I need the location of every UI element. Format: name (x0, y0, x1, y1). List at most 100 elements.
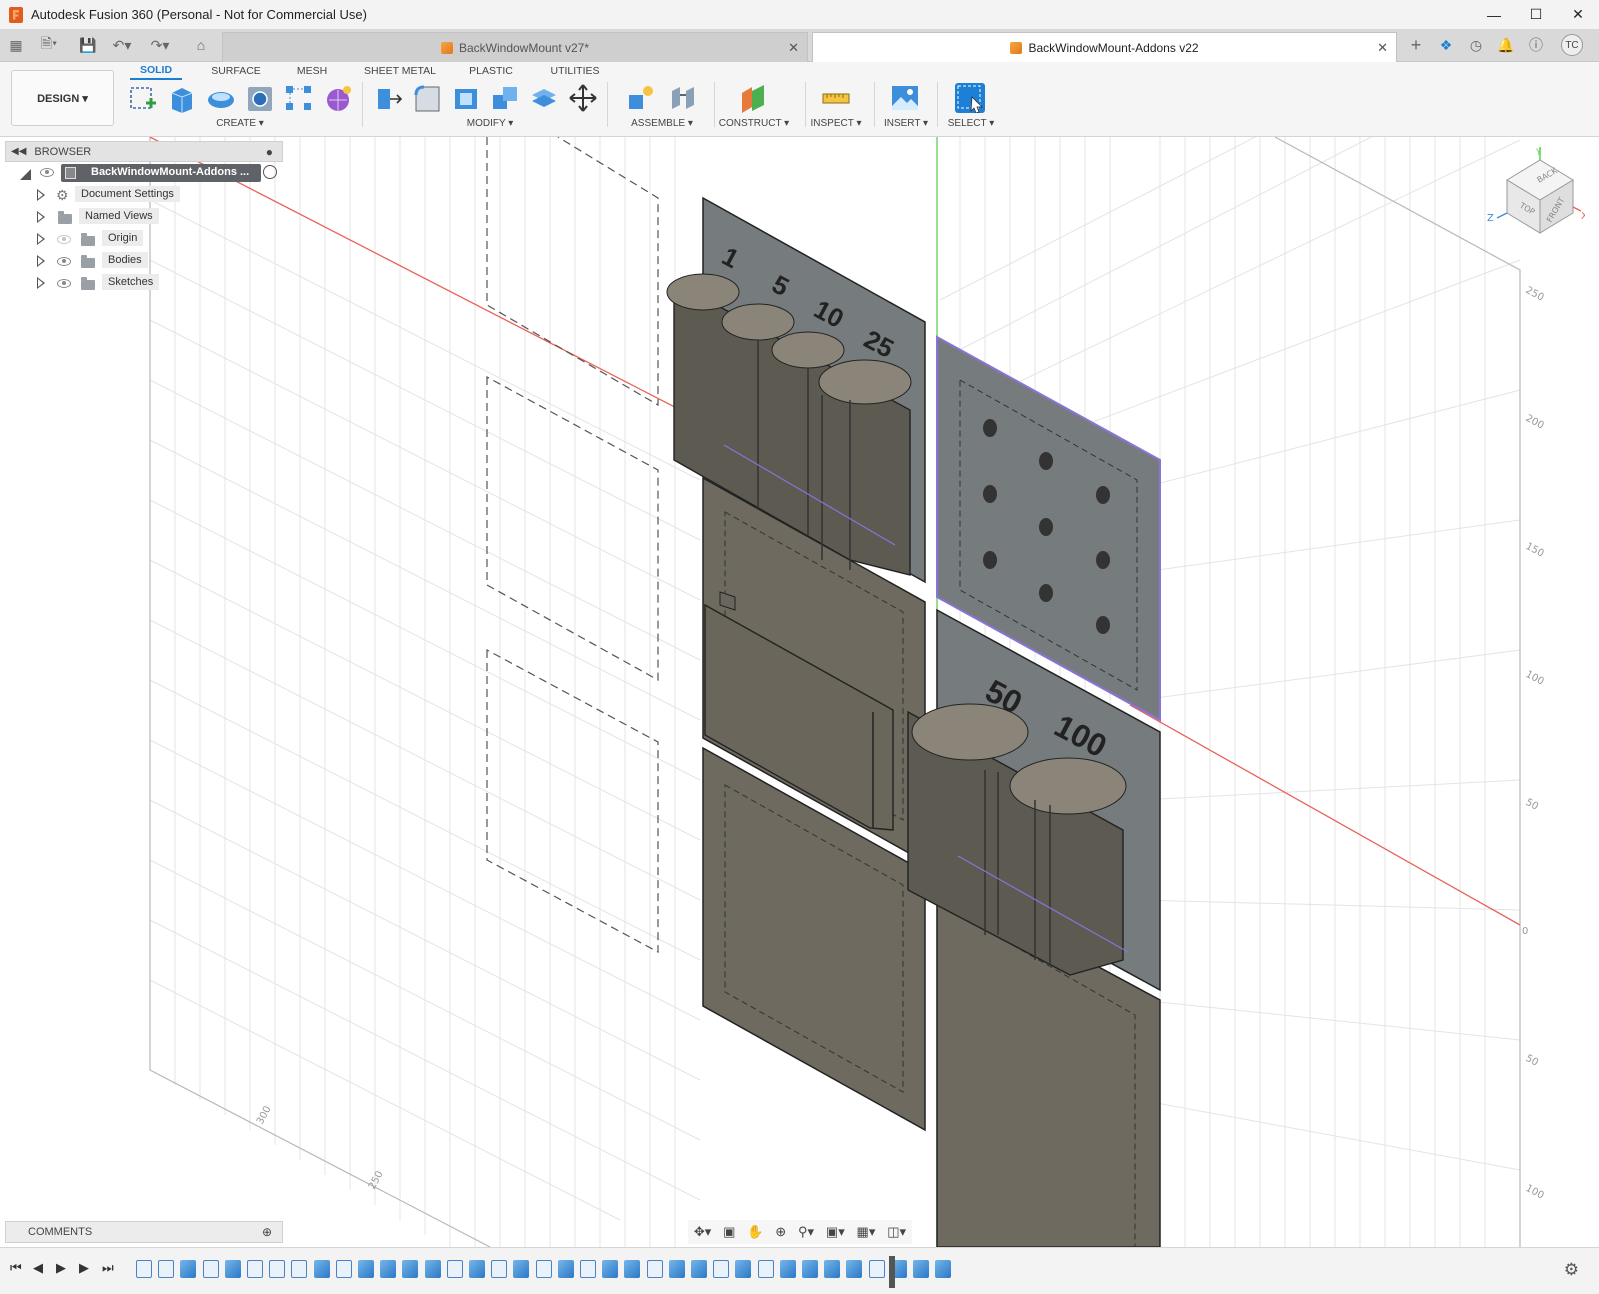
insert-canvas-icon[interactable] (890, 83, 920, 113)
extrude-icon[interactable] (167, 83, 197, 113)
timeline-feature-icon[interactable] (691, 1260, 707, 1278)
close-button[interactable]: ✕ (1557, 0, 1599, 29)
add-comment-icon[interactable]: ⊕ (262, 1225, 272, 1239)
timeline-sketch-icon[interactable] (158, 1260, 175, 1278)
zoom-icon[interactable]: ⊕ (775, 1224, 786, 1240)
timeline-sketch-icon[interactable] (491, 1260, 508, 1278)
timeline-sketch-icon[interactable] (247, 1260, 263, 1278)
shell-icon[interactable] (451, 83, 481, 113)
activate-radio-icon[interactable] (263, 165, 277, 179)
timeline-last-icon[interactable]: ⏭ (102, 1260, 114, 1276)
workspace-switcher-button[interactable]: DESIGN ▾ (11, 70, 114, 126)
fillet-icon[interactable] (412, 83, 442, 113)
browser-item-named-views[interactable]: Named Views (5, 206, 283, 228)
timeline-feature-icon[interactable] (224, 1260, 241, 1278)
redo-icon[interactable]: ↷▾ (146, 35, 174, 55)
timeline-next-icon[interactable]: ▶ (79, 1260, 89, 1276)
visibility-eye-icon[interactable] (40, 168, 54, 177)
timeline-sketch-icon[interactable] (580, 1260, 596, 1278)
timeline-feature-icon[interactable] (802, 1260, 818, 1278)
timeline-sketch-icon[interactable] (335, 1260, 352, 1278)
create-form-icon[interactable] (323, 83, 353, 113)
timeline-feature-icon[interactable] (358, 1260, 374, 1278)
pattern-icon[interactable] (284, 83, 314, 113)
browser-minimize-icon[interactable]: ● (266, 145, 273, 159)
expand-triangle-icon[interactable] (37, 189, 45, 201)
minimize-button[interactable]: — (1473, 0, 1515, 29)
hole-icon[interactable] (245, 83, 275, 113)
viewports-icon[interactable]: ◫▾ (887, 1224, 906, 1240)
browser-item-sketches[interactable]: Sketches (5, 272, 283, 294)
tab-backwindowmount-addons[interactable]: BackWindowMount-Addons v22 ✕ (812, 32, 1397, 62)
timeline-first-icon[interactable]: ⏮ (10, 1260, 22, 1276)
select-menu[interactable]: SELECT ▾ (938, 118, 1004, 129)
measure-icon[interactable] (821, 83, 851, 113)
select-icon[interactable] (955, 83, 985, 114)
new-tab-plus-icon[interactable]: + (1406, 35, 1426, 55)
create-menu[interactable]: CREATE ▾ (200, 118, 280, 129)
timeline-feature-icon[interactable] (424, 1260, 441, 1278)
timeline-feature-icon[interactable] (402, 1260, 419, 1278)
notifications-bell-icon[interactable]: 🔔 (1496, 35, 1516, 55)
tab-solid[interactable]: SOLID (130, 62, 182, 80)
timeline-feature-icon[interactable] (935, 1260, 952, 1278)
fit-icon[interactable]: ⚲▾ (798, 1224, 814, 1240)
look-at-icon[interactable]: ▣ (723, 1224, 735, 1240)
revolve-icon[interactable] (206, 83, 236, 113)
press-pull-icon[interactable] (373, 83, 403, 113)
offset-plane-icon[interactable] (738, 83, 768, 113)
timeline-feature-icon[interactable] (180, 1260, 197, 1278)
timeline-settings-gear-icon[interactable]: ⚙ (1564, 1260, 1579, 1280)
expanded-triangle-icon[interactable] (20, 169, 31, 180)
timeline-play-icon[interactable]: ▶ (56, 1260, 66, 1276)
offset-face-icon[interactable] (529, 83, 559, 113)
timeline-sketch-icon[interactable] (269, 1260, 286, 1278)
tab-utilities[interactable]: UTILITIES (546, 62, 604, 80)
timeline-sketch-icon[interactable] (446, 1260, 463, 1278)
tab-surface[interactable]: SURFACE (206, 62, 266, 80)
tab-close-icon[interactable]: ✕ (1377, 40, 1388, 56)
inspect-menu[interactable]: INSPECT ▾ (800, 118, 872, 129)
user-avatar[interactable]: TC (1561, 34, 1583, 56)
move-copy-icon[interactable] (568, 83, 598, 113)
timeline-feature-icon[interactable] (513, 1260, 530, 1278)
timeline-sketch-icon[interactable] (535, 1260, 552, 1278)
assemble-menu[interactable]: ASSEMBLE ▾ (620, 118, 704, 129)
timeline-feature-icon[interactable] (624, 1260, 641, 1278)
expand-triangle-icon[interactable] (37, 233, 45, 245)
joint-icon[interactable] (668, 83, 698, 113)
create-sketch-icon[interactable] (128, 83, 158, 113)
tab-sheet-metal[interactable]: SHEET METAL (360, 62, 440, 80)
hidden-eye-icon[interactable] (57, 235, 71, 244)
browser-item-bodies[interactable]: Bodies (5, 250, 283, 272)
extensions-icon[interactable]: ❖ (1436, 35, 1456, 55)
construct-menu[interactable]: CONSTRUCT ▾ (712, 118, 796, 129)
file-menu-icon[interactable]: 🗎▾ (36, 35, 62, 55)
tab-mesh[interactable]: MESH (290, 62, 334, 80)
save-icon[interactable]: 💾 (79, 35, 97, 55)
tab-plastic[interactable]: PLASTIC (466, 62, 516, 80)
job-status-icon[interactable]: ◷ (1466, 35, 1486, 55)
orbit-icon[interactable]: ✥▾ (694, 1224, 711, 1240)
combine-icon[interactable] (490, 83, 520, 113)
timeline-feature-icon[interactable] (779, 1260, 796, 1278)
timeline-feature-icon[interactable] (557, 1260, 574, 1278)
browser-item-document-settings[interactable]: ⚙ Document Settings (5, 184, 283, 206)
browser-item-origin[interactable]: Origin (5, 228, 283, 250)
display-settings-icon[interactable]: ▣▾ (826, 1224, 845, 1240)
maximize-button[interactable]: ☐ (1515, 0, 1557, 29)
timeline-sketch-icon[interactable] (757, 1260, 774, 1278)
visibility-eye-icon[interactable] (57, 279, 71, 288)
tab-backwindowmount[interactable]: BackWindowMount v27* ✕ (222, 32, 808, 62)
home-icon[interactable]: ⌂ (190, 35, 212, 55)
undo-icon[interactable]: ↶▾ (108, 35, 136, 55)
timeline-sketch-icon[interactable] (868, 1260, 885, 1278)
viewcube[interactable]: BACK TOP FRONT X Y Z (1485, 145, 1588, 240)
timeline-feature-icon[interactable] (602, 1260, 619, 1278)
modify-menu[interactable]: MODIFY ▾ (450, 118, 530, 129)
timeline-feature-icon[interactable] (380, 1260, 397, 1278)
collapse-arrows-icon[interactable]: ◀◀ (11, 146, 26, 157)
timeline-feature-icon[interactable] (469, 1260, 485, 1278)
expand-triangle-icon[interactable] (37, 255, 45, 267)
new-component-icon[interactable] (626, 83, 656, 113)
